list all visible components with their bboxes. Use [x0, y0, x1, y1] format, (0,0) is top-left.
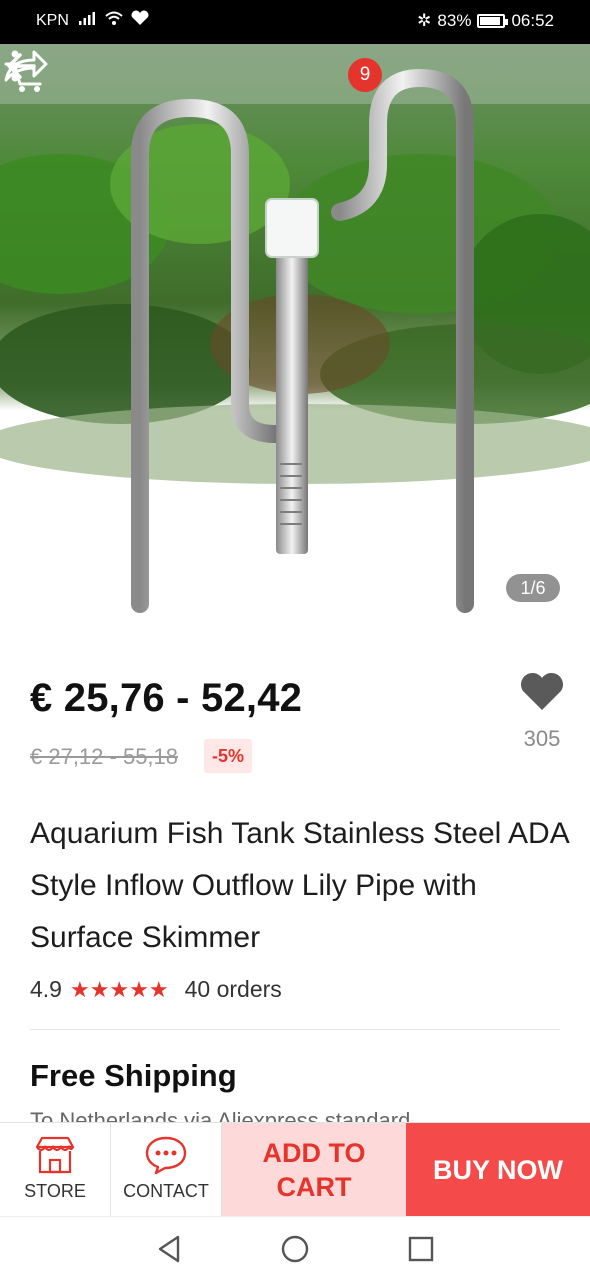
- system-navigation-bar: [0, 1216, 590, 1280]
- buy-now-button[interactable]: BUY NOW: [406, 1123, 590, 1217]
- wifi-icon: [105, 11, 123, 25]
- store-label: STORE: [24, 1181, 86, 1201]
- section-divider: [30, 1029, 560, 1030]
- rating-value: 4.9: [30, 976, 62, 1002]
- wishlist-heart-icon[interactable]: [518, 670, 566, 712]
- nav-recents-icon[interactable]: [406, 1233, 436, 1265]
- original-price: € 27,12 - 55,18: [30, 744, 179, 769]
- shipping-subtitle: To Netherlands via Aliexpress standard: [30, 1110, 410, 1122]
- chat-bubble-icon: [145, 1136, 187, 1175]
- carrier-label: KPN: [36, 12, 69, 29]
- status-right: ✲ 83% 06:52: [417, 11, 554, 31]
- contact-button[interactable]: CONTACT: [111, 1123, 222, 1217]
- signal-indicators: [78, 10, 150, 26]
- contact-label: CONTACT: [123, 1181, 209, 1201]
- cart-count-badge: 9: [348, 58, 382, 92]
- store-icon: [35, 1136, 75, 1174]
- status-bar: KPN ✲ 83% 06:52: [0, 0, 590, 44]
- store-button[interactable]: STORE: [0, 1123, 111, 1217]
- image-counter: 1/6: [506, 574, 560, 602]
- product-photo: [0, 44, 590, 613]
- wishlist-count: 305: [523, 726, 561, 751]
- bluetooth-icon: ✲: [417, 11, 432, 30]
- bottom-action-bar: STORE CONTACT ADD TO CART BUY NOW: [0, 1122, 590, 1217]
- discount-badge: -5%: [204, 739, 253, 773]
- signal-icon: [79, 12, 95, 25]
- add-to-cart-button[interactable]: ADD TO CART: [222, 1123, 406, 1217]
- product-title: Aquarium Fish Tank Stainless Steel ADA S…: [30, 817, 569, 954]
- health-heart-icon: [131, 10, 149, 25]
- orders-count: 40 orders: [184, 976, 282, 1002]
- battery-icon: [477, 14, 509, 28]
- battery-percent: 83%: [437, 11, 472, 30]
- product-price: € 25,76 - 52,42: [30, 676, 303, 720]
- buy-now-label: BUY NOW: [432, 1154, 563, 1185]
- product-image-gallery[interactable]: 9 1/6: [0, 44, 590, 640]
- shipping-title[interactable]: Free Shipping: [30, 1058, 237, 1094]
- rating-row[interactable]: 4.9 ★★★★★ 40 orders: [30, 976, 282, 1003]
- clock: 06:52: [511, 11, 554, 30]
- more-vertical-icon[interactable]: [0, 44, 30, 88]
- add-to-cart-label: ADD TO CART: [262, 1138, 366, 1202]
- rating-stars-icon: ★★★★★: [69, 976, 169, 1002]
- nav-home-icon[interactable]: [280, 1233, 310, 1265]
- nav-back-icon[interactable]: [154, 1233, 184, 1265]
